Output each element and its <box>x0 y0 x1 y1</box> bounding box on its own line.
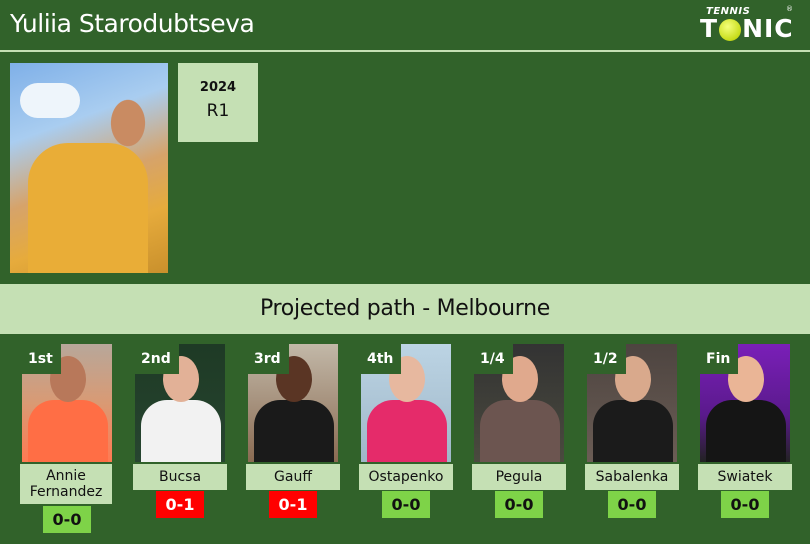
round-label: 1/4 <box>472 344 513 374</box>
round-label: 1st <box>20 344 61 374</box>
logo-tonic-text: T NIC <box>700 14 794 43</box>
photo-body <box>593 400 673 462</box>
photo-body <box>141 400 221 462</box>
page-title: Yuliia Starodubtseva <box>10 9 255 38</box>
photo-body <box>367 400 447 462</box>
tournament-year: 2024 <box>199 80 237 95</box>
head-to-head-record: 0-0 <box>43 506 91 533</box>
opponent-name: Pegula <box>472 464 566 490</box>
head-to-head-record: 0-1 <box>269 491 317 518</box>
projected-path-title: Projected path - Melbourne <box>259 296 551 321</box>
round-label: 1/2 <box>585 344 626 374</box>
photo-body <box>480 400 560 462</box>
opponent-name: Swiatek <box>698 464 792 490</box>
player-photo <box>10 63 168 273</box>
projected-path-banner: Projected path - Melbourne <box>0 284 810 334</box>
head-to-head-record: 0-1 <box>156 491 204 518</box>
head-to-head-record: 0-0 <box>495 491 543 518</box>
round-label: 3rd <box>246 344 289 374</box>
current-round: R1 <box>206 101 230 121</box>
opponent-name: Gauff <box>246 464 340 490</box>
photo-body <box>254 400 334 462</box>
registered-mark: ® <box>786 5 793 13</box>
tennis-ball-icon <box>719 18 742 41</box>
round-label: 4th <box>359 344 402 374</box>
head-to-head-record: 0-0 <box>382 491 430 518</box>
tennis-tonic-logo[interactable]: TENNIS T NIC ® <box>696 4 806 44</box>
round-label: Fin <box>698 344 739 374</box>
logo-nic: NIC <box>742 14 794 43</box>
head-to-head-record: 0-0 <box>608 491 656 518</box>
opponent-name: Sabalenka <box>585 464 679 490</box>
logo-t: T <box>700 14 719 43</box>
photo-cloud <box>20 83 80 118</box>
current-round-box: 2024 R1 <box>178 63 258 142</box>
photo-body <box>706 400 786 462</box>
round-label: 2nd <box>133 344 179 374</box>
photo-shirt <box>28 143 148 273</box>
head-to-head-record: 0-0 <box>721 491 769 518</box>
photo-body <box>28 400 108 462</box>
header-divider <box>0 50 810 52</box>
opponent-name: Ostapenko <box>359 464 453 490</box>
opponent-name: Bucsa <box>133 464 227 490</box>
opponent-name: Annie Fernandez <box>20 464 112 504</box>
